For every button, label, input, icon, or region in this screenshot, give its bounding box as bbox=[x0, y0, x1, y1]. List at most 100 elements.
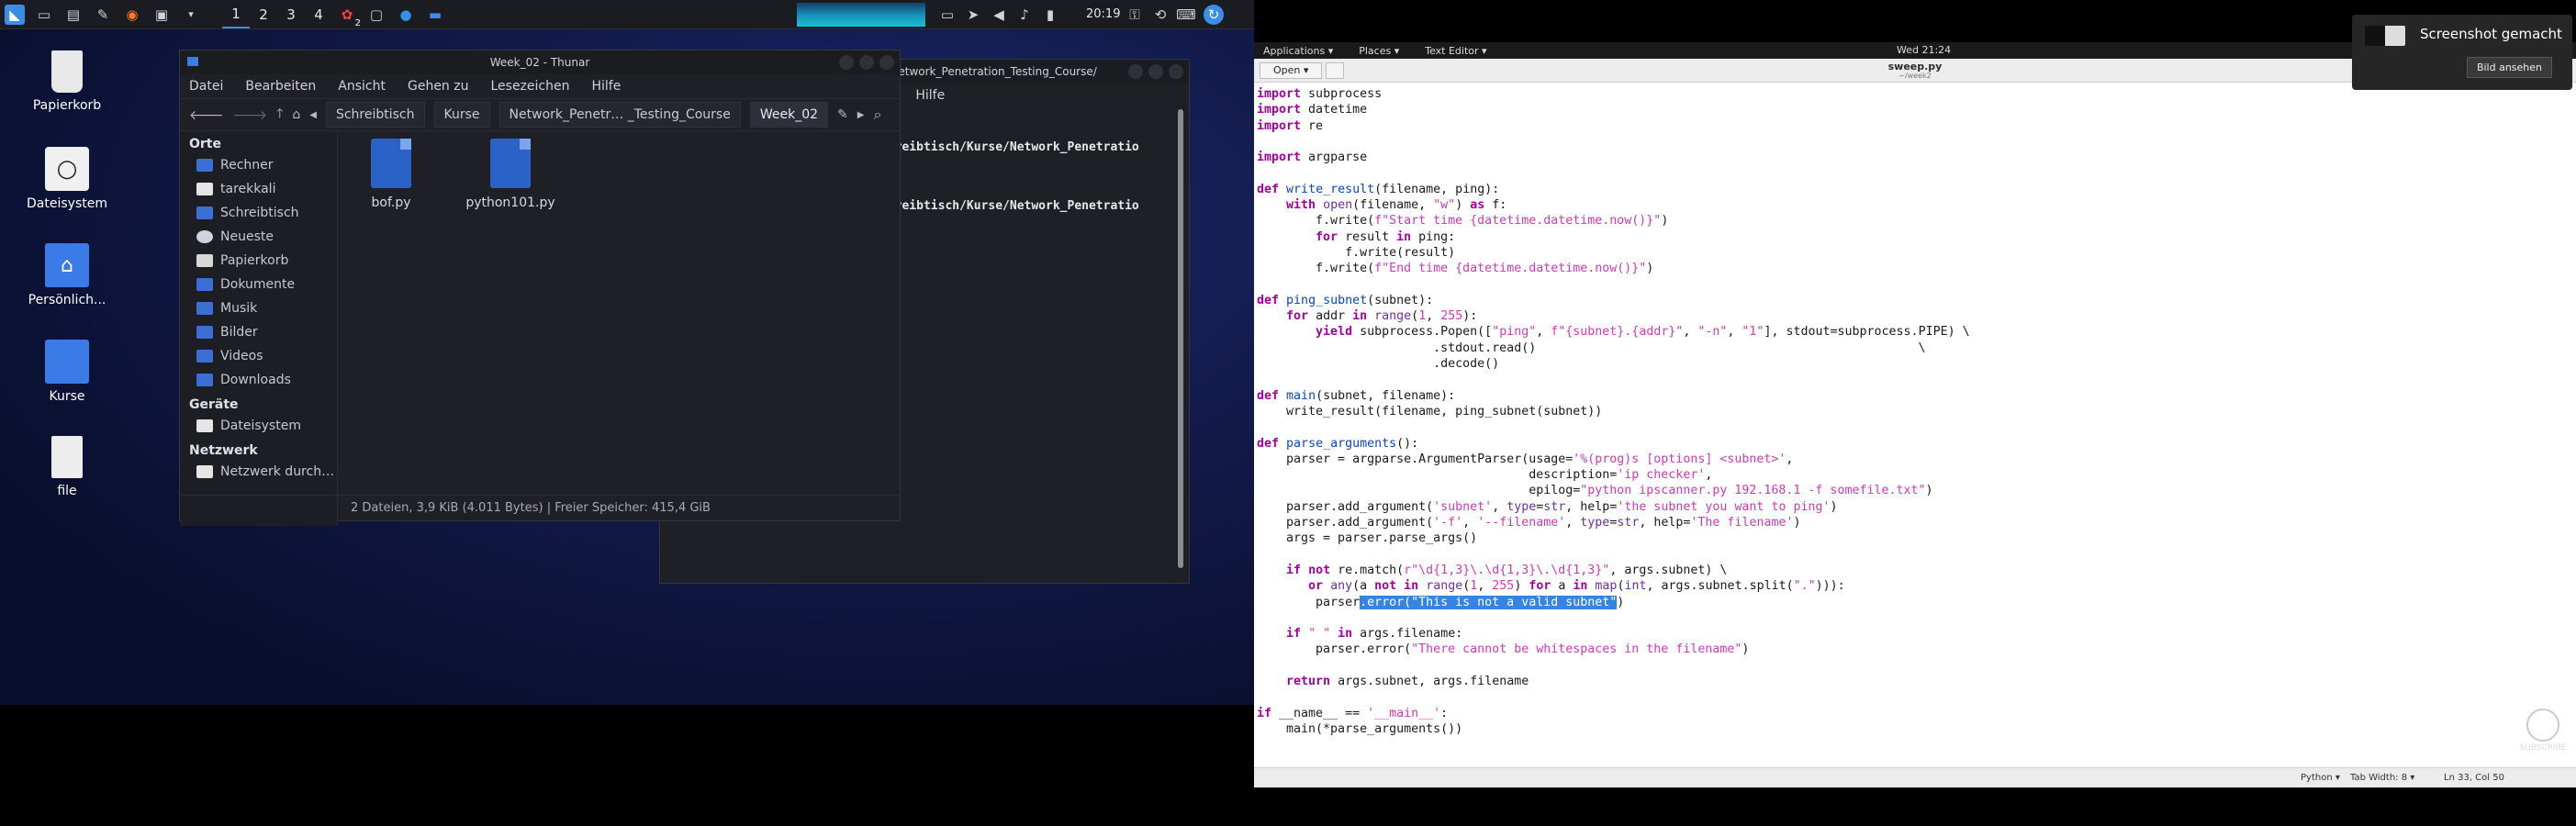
subscribe-watermark[interactable]: SUBSCRIBE bbox=[2515, 709, 2570, 756]
view-image-button[interactable]: Bild ansehen bbox=[2466, 57, 2552, 78]
sidebar-item-home[interactable]: tarekkali bbox=[180, 177, 337, 201]
minimize-button[interactable] bbox=[839, 55, 854, 70]
sidebar-item-dokumente[interactable]: Dokumente bbox=[180, 273, 337, 296]
update-icon[interactable]: ↻ bbox=[1204, 5, 1224, 25]
file-manager-icon[interactable]: ▤ bbox=[63, 5, 84, 25]
menu-applications[interactable]: Applications ▾ bbox=[1263, 45, 1333, 57]
workspace-switcher-icon[interactable]: ▭ bbox=[34, 5, 54, 25]
workspace-4[interactable]: 4 bbox=[305, 1, 332, 28]
menu-item-hilfe[interactable]: Hilfe bbox=[915, 88, 945, 103]
sidebar-item-bilder[interactable]: Bilder bbox=[180, 320, 337, 344]
workspace-2[interactable]: 2 bbox=[250, 1, 277, 28]
desktop-icon bbox=[196, 206, 213, 219]
sidebar-item-label: Netzwerk durch… bbox=[220, 464, 335, 479]
thunar-window[interactable]: Week_02 - Thunar Datei Bearbeiten Ansich… bbox=[179, 50, 901, 526]
desktop-icon-filesystem[interactable]: ○ Dateisystem bbox=[7, 147, 127, 211]
editor-statusbar: Python ▾ Tab Width: 8 ▾ Ln 33, Col 50 bbox=[1254, 767, 2576, 787]
sidebar-item-label: Neueste bbox=[220, 229, 274, 244]
python-file-icon bbox=[490, 139, 531, 188]
language-selector[interactable]: Python ▾ bbox=[2301, 773, 2340, 783]
cursor-position: Ln 33, Col 50 bbox=[2444, 773, 2504, 783]
menu-text-editor[interactable]: Text Editor ▾ bbox=[1425, 45, 1486, 57]
maximize-button[interactable] bbox=[1148, 64, 1163, 79]
screenshot-notification[interactable]: Screenshot gemacht Bild ansehen bbox=[2352, 15, 2572, 90]
thunar-toolbar: 🡐 🡒 🡑 ⌂ ◀ Schreibtisch Kurse Network_Pen… bbox=[180, 98, 900, 131]
sidebar-item-netzwerk[interactable]: Netzwerk durch… bbox=[180, 460, 337, 484]
menu-hilfe[interactable]: Hilfe bbox=[591, 79, 621, 94]
back-icon[interactable]: 🡐 bbox=[189, 107, 224, 123]
terminal-scrollbar[interactable] bbox=[1178, 109, 1183, 568]
desktop-icon-trash[interactable]: Papierkorb bbox=[7, 50, 127, 113]
close-button[interactable] bbox=[879, 55, 894, 70]
logout-icon[interactable]: ⟲ bbox=[1150, 5, 1170, 25]
home-folder-icon: ⌂ bbox=[45, 243, 89, 287]
menu-gehen-zu[interactable]: Gehen zu bbox=[408, 79, 469, 94]
minimize-button[interactable] bbox=[1128, 64, 1143, 79]
desktop-icon-home[interactable]: ⌂ Persönlich... bbox=[7, 243, 127, 307]
text-editor-window[interactable]: Open ▾ sweep.py ~/week2 import subproces… bbox=[1254, 59, 2576, 787]
sidebar-item-label: tarekkali bbox=[220, 182, 276, 196]
battery-icon[interactable]: ▮ bbox=[1040, 5, 1060, 25]
desktop-icon-label: Papierkorb bbox=[32, 98, 102, 113]
menu-lesezeichen[interactable]: Lesezeichen bbox=[490, 79, 569, 94]
sidebar-item-videos[interactable]: Videos bbox=[180, 344, 337, 368]
display-icon[interactable]: ▭ bbox=[937, 5, 958, 25]
home-icon[interactable]: ⌂ bbox=[292, 107, 300, 122]
lock-icon[interactable]: ⚿ bbox=[1125, 5, 1145, 25]
telegram-icon[interactable]: ➤ bbox=[963, 5, 983, 25]
menu-bearbeiten[interactable]: Bearbeiten bbox=[245, 79, 316, 94]
sidebar-item-musik[interactable]: Musik bbox=[180, 296, 337, 320]
menu-datei[interactable]: Datei bbox=[189, 79, 223, 94]
file-item-python101[interactable]: python101.py bbox=[465, 139, 556, 210]
sidebar-section-geraete: Geräte bbox=[189, 397, 239, 412]
workspace-3[interactable]: 3 bbox=[277, 1, 305, 28]
panel-clock[interactable]: 20:19 bbox=[1086, 0, 1120, 29]
gnome-clock[interactable]: Wed 21:24 bbox=[1897, 44, 1951, 56]
breadcrumb-week02[interactable]: Week_02 bbox=[749, 102, 829, 128]
breadcrumb-right-icon[interactable]: ▶ bbox=[857, 110, 865, 120]
sidebar-item-rechner[interactable]: Rechner bbox=[180, 153, 337, 177]
close-button[interactable] bbox=[1169, 64, 1183, 79]
sidebar-item-downloads[interactable]: Downloads bbox=[180, 368, 337, 392]
sidebar-section-netzwerk: Netzwerk bbox=[189, 443, 258, 458]
breadcrumb-kurse[interactable]: Kurse bbox=[433, 102, 490, 128]
screenshot-icon[interactable]: ● bbox=[396, 5, 416, 25]
tab-width-selector[interactable]: Tab Width: 8 ▾ bbox=[2350, 773, 2414, 783]
top-panel: ◣ ▭ ▤ ✎ ◉ ▣ ▾ 1 2 3 4 ✿ 2 ▢ ● ▬ bbox=[0, 0, 1254, 29]
edit-path-icon[interactable]: ✎ bbox=[837, 107, 848, 122]
maximize-button[interactable] bbox=[859, 55, 874, 70]
sidebar-item-dateisystem[interactable]: Dateisystem bbox=[180, 414, 337, 438]
notification-icon[interactable]: ✿ 2 bbox=[337, 5, 361, 28]
workspace-1[interactable]: 1 bbox=[222, 1, 250, 28]
thunar-statusbar: 2 Dateien, 3,9 KiB (4.011 Bytes) | Freie… bbox=[180, 495, 900, 520]
terminal-icon[interactable]: ▣ bbox=[151, 5, 172, 25]
breadcrumb-schreibtisch[interactable]: Schreibtisch bbox=[325, 102, 425, 128]
desktop-icon-kurse[interactable]: Kurse bbox=[7, 340, 127, 404]
volume-icon[interactable]: ◀ bbox=[989, 5, 1009, 25]
desktop-icon-label: Kurse bbox=[49, 389, 85, 404]
thunar-menubar: Datei Bearbeiten Ansicht Gehen zu Leseze… bbox=[180, 74, 900, 98]
sidebar-item-neueste[interactable]: Neueste bbox=[180, 225, 337, 249]
forward-icon[interactable]: 🡒 bbox=[233, 107, 268, 123]
terminal-small-icon[interactable]: ▢ bbox=[366, 5, 386, 25]
up-icon[interactable]: 🡑 bbox=[276, 104, 283, 126]
keyboard-icon[interactable]: ⌨ bbox=[1176, 5, 1196, 25]
kali-menu-icon[interactable]: ◣ bbox=[5, 4, 25, 25]
text-editor-icon[interactable]: ✎ bbox=[93, 5, 113, 25]
search-icon[interactable]: ⌕ bbox=[873, 106, 881, 124]
breadcrumb-left-icon[interactable]: ◀ bbox=[309, 110, 317, 120]
file-name: bof.py bbox=[371, 195, 411, 210]
menu-ansicht[interactable]: Ansicht bbox=[338, 79, 386, 94]
bell-icon[interactable]: ♪ bbox=[1014, 5, 1035, 25]
thunar-titlebar[interactable]: Week_02 - Thunar bbox=[180, 50, 900, 74]
desktop-icon-file[interactable]: file bbox=[7, 436, 127, 498]
sidebar-item-papierkorb[interactable]: Papierkorb bbox=[180, 249, 337, 273]
firefox-icon[interactable]: ◉ bbox=[122, 5, 142, 25]
menu-places[interactable]: Places ▾ bbox=[1359, 45, 1399, 57]
breadcrumb-course[interactable]: Network_Penetr… _Testing_Course bbox=[498, 102, 741, 128]
code-editor[interactable]: import subprocess import datetime import… bbox=[1254, 83, 2576, 737]
folder-icon[interactable]: ▬ bbox=[425, 5, 445, 25]
dropdown-icon[interactable]: ▾ bbox=[181, 5, 201, 25]
file-item-bof[interactable]: bof.py bbox=[345, 139, 437, 210]
sidebar-item-schreibtisch[interactable]: Schreibtisch bbox=[180, 201, 337, 225]
